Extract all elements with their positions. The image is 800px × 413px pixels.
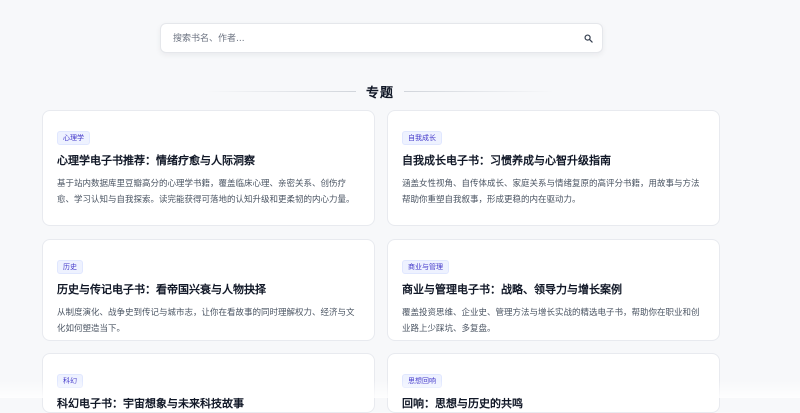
topic-card-description: 涵盖女性视角、自传体成长、家庭关系与情绪复原的高评分书籍，用故事与方法帮助你重塑… bbox=[402, 179, 700, 205]
topic-card-title[interactable]: 心理学电子书推荐：情绪疗愈与人际洞察 bbox=[57, 154, 360, 168]
topic-tag[interactable]: 科幻 bbox=[57, 374, 83, 388]
topic-tag[interactable]: 心理学 bbox=[57, 131, 90, 145]
topic-card-title[interactable]: 科幻电子书：宇宙想象与未来科技故事 bbox=[57, 397, 360, 411]
topic-card-self-growth[interactable]: 自我成长 自我成长电子书：习惯养成与心智升级指南 涵盖女性视角、自传体成长、家庭… bbox=[387, 110, 720, 226]
topic-card-description: 覆盖投资思维、企业史、管理方法与增长实战的精选电子书，帮助你在职业和创业路上少踩… bbox=[402, 308, 700, 334]
topic-tag[interactable]: 自我成长 bbox=[402, 131, 442, 145]
topic-card-psychology[interactable]: 心理学 心理学电子书推荐：情绪疗愈与人际洞察 基于站内数据库里豆瓣高分的心理学书… bbox=[42, 110, 375, 226]
topic-card-scifi[interactable]: 科幻 科幻电子书：宇宙想象与未来科技故事 bbox=[42, 353, 375, 413]
topic-card-echo[interactable]: 思想回响 回响：思想与历史的共鸣 bbox=[387, 353, 720, 413]
topic-card-business[interactable]: 商业与管理 商业与管理电子书：战略、领导力与增长案例 覆盖投资思维、企业史、管理… bbox=[387, 239, 720, 341]
topic-card-title[interactable]: 商业与管理电子书：战略、领导力与增长案例 bbox=[402, 283, 705, 297]
search-input[interactable] bbox=[171, 24, 575, 54]
topic-tag[interactable]: 商业与管理 bbox=[402, 260, 449, 274]
section-header: 专题 bbox=[0, 80, 800, 102]
search-box[interactable] bbox=[160, 23, 603, 54]
topic-tag[interactable]: 历史 bbox=[57, 260, 83, 274]
topic-tag[interactable]: 思想回响 bbox=[402, 374, 442, 388]
section-title: 专题 bbox=[365, 86, 394, 101]
topic-card-title[interactable]: 历史与传记电子书：看帝国兴衰与人物抉择 bbox=[57, 283, 360, 297]
topic-card-description: 从制度演化、战争史到传记与城市志，让你在看故事的同时理解权力、经济与文化如何塑造… bbox=[57, 308, 355, 334]
section-divider-right bbox=[404, 91, 554, 92]
section-divider-left bbox=[206, 91, 356, 92]
topic-card-title[interactable]: 自我成长电子书：习惯养成与心智升级指南 bbox=[402, 154, 705, 168]
topic-card-title[interactable]: 回响：思想与历史的共鸣 bbox=[402, 397, 705, 411]
topic-card-history[interactable]: 历史 历史与传记电子书：看帝国兴衰与人物抉择 从制度演化、战争史到传记与城市志，… bbox=[42, 239, 375, 341]
search-icon[interactable] bbox=[584, 34, 593, 43]
topic-card-description: 基于站内数据库里豆瓣高分的心理学书籍，覆盖临床心理、亲密关系、创伤疗愈、学习认知… bbox=[57, 179, 355, 205]
